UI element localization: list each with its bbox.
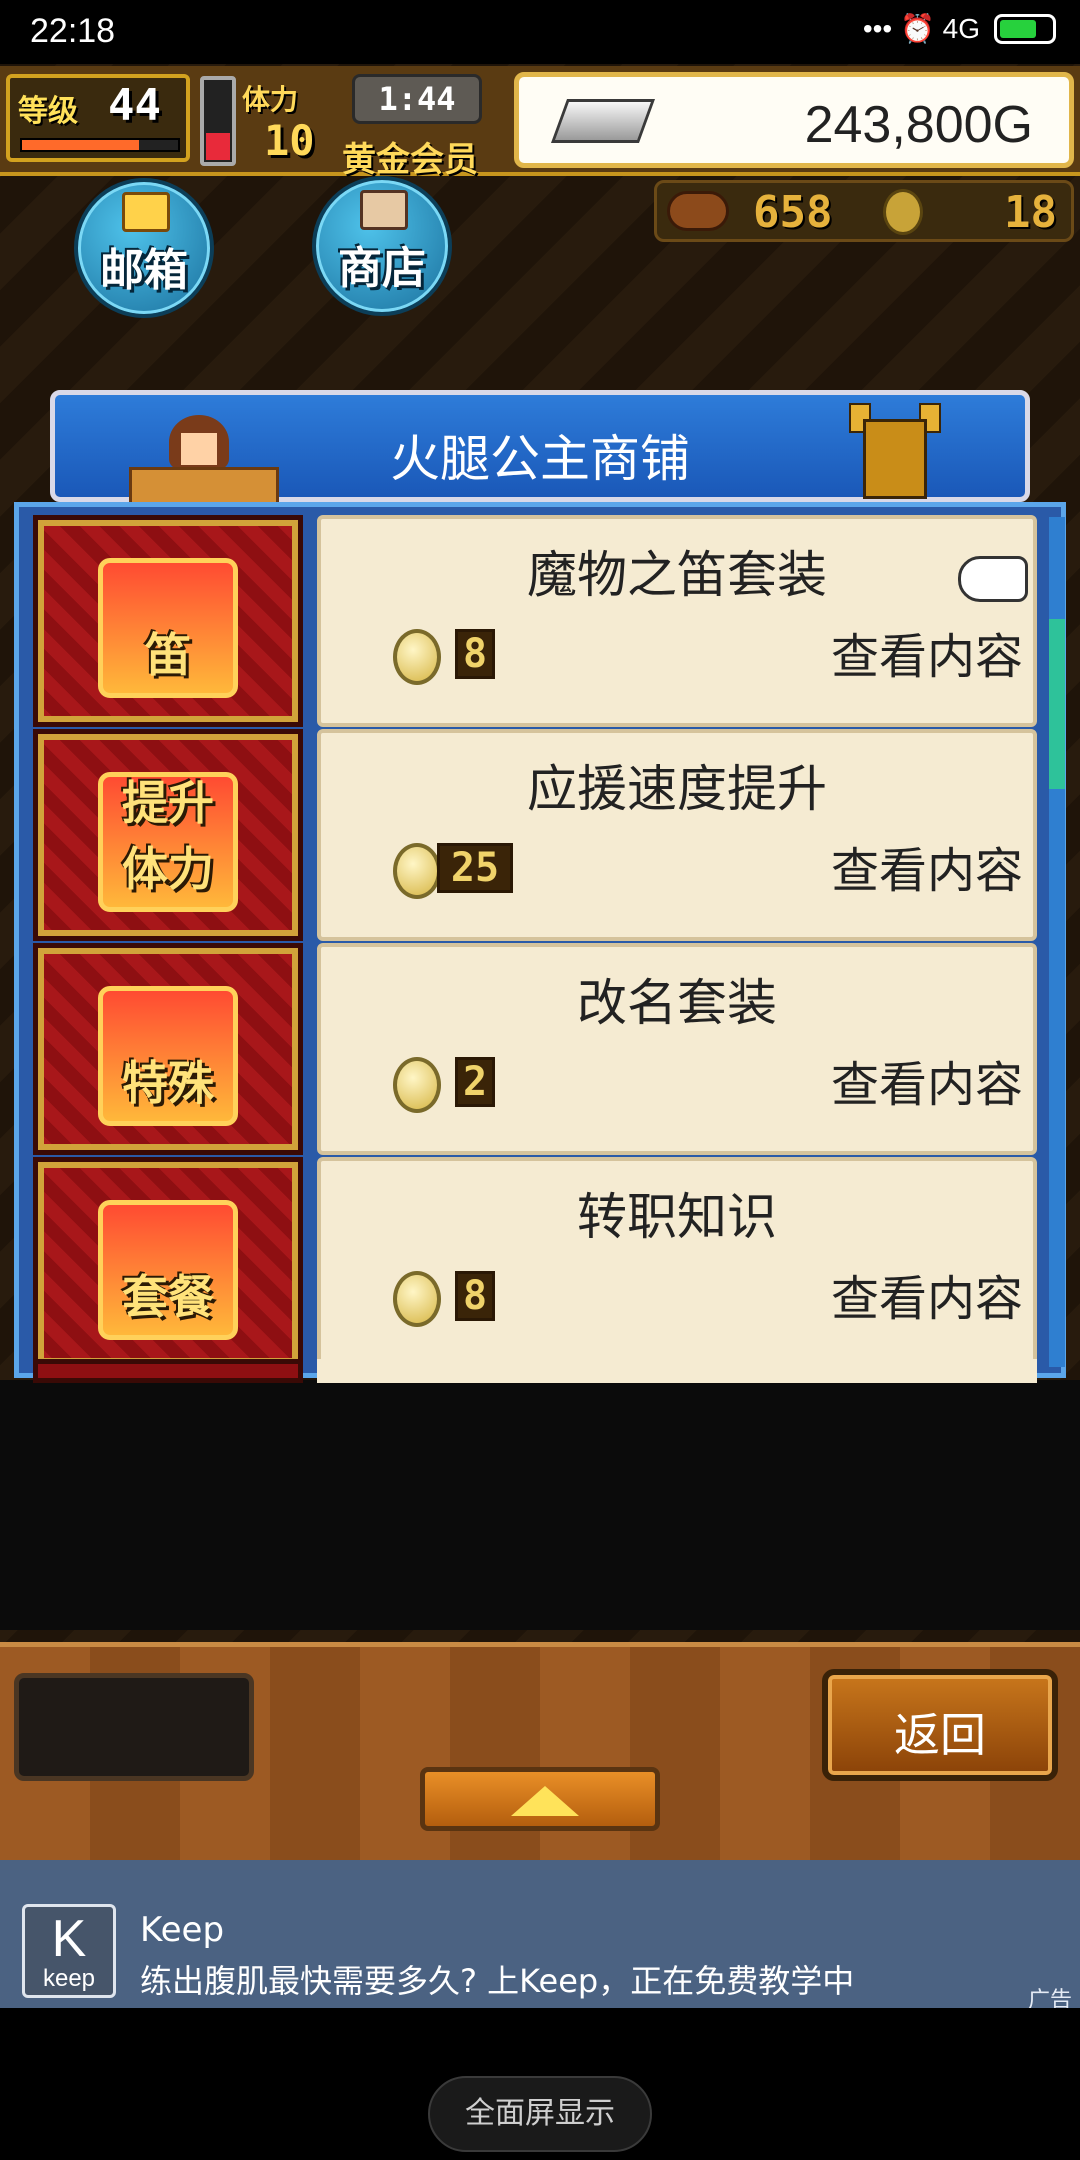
item-icon-word: 提升体力 [122,776,214,896]
item-name: 转职知识 [577,1188,777,1246]
item-card[interactable]: 魔物之笛套装 8 查看内容 [317,515,1037,727]
shopkeeper-icon [360,190,408,230]
coin-icon [393,1271,441,1327]
arrow-up-icon: 提升体力 [98,772,238,912]
stamina-value: 10 [264,116,315,165]
list-item-partial [33,1359,1037,1383]
item-price: 25 [437,843,513,893]
level-value: 44 [108,80,161,131]
logo-word: keep [42,1965,96,1992]
shop-header: 火腿公主商铺 [50,390,1030,507]
treasure-chest-icon: 特殊 [98,986,238,1126]
status-indicator-text: ••• ⏰ 4G [862,13,980,44]
view-contents-button[interactable]: 查看内容 [831,617,1023,687]
shop-label: 商店 [338,243,426,294]
mailbox-icon [122,192,170,232]
stamina-gauge-fill [206,132,230,160]
item-icon-tile: 笛 [33,515,303,727]
dark-area [0,1380,1080,1630]
level-progress-bar [20,138,180,152]
item-price: 2 [455,1057,495,1107]
bottom-toolbar: 返回 [0,1642,1080,1860]
scroll-up-button[interactable] [420,1767,660,1831]
item-icon-word: 套餐 [122,1270,214,1324]
coin-icon [883,189,923,235]
item-name: 改名套装 [577,974,777,1032]
fullscreen-button[interactable]: 全面屏显示 [428,2076,652,2152]
item-icon-tile: 提升体力 [33,729,303,941]
keep-logo-icon: K keep [22,1904,116,1998]
shop-item-row[interactable]: 特殊 改名套装 2 查看内容 [33,943,1037,1155]
view-contents-button[interactable]: 查看内容 [831,1259,1023,1329]
item-icon-tile: 套餐 [33,1157,303,1369]
status-time: 22:18 [30,12,116,50]
ad-description: 练出腹肌最快需要多久? 上Keep，正在免费教学中 [140,1962,855,2000]
coin-icon [393,629,441,685]
shop-item-row[interactable]: 笛 魔物之笛套装 8 查看内容 [33,515,1037,727]
gold-bar-icon [550,99,656,143]
status-bar: 22:18 ••• ⏰ 4G [0,0,1080,64]
stamina-panel: 体力 10 [242,72,352,168]
resource-row: 658 18 [654,180,1074,242]
level-panel: 等级 44 [6,74,190,162]
item-name: 魔物之笛套装 [527,546,827,604]
meat-icon [667,191,729,231]
item-card[interactable]: 改名套装 2 查看内容 [317,943,1037,1155]
coin-icon [393,1057,441,1113]
ad-banner[interactable]: K keep Keep 练出腹肌最快需要多久? 上Keep，正在免费教学中 广告 [0,1860,1080,2013]
item-icon-word: 特殊 [122,1056,214,1110]
stamina-label: 体力 [242,83,299,116]
coin-icon [393,843,441,899]
flute-icon: 笛 [98,558,238,698]
level-progress-fill [22,140,139,150]
empty-slot [14,1673,254,1781]
battery-icon [994,13,1056,44]
item-icon-word: 笛 [145,628,191,682]
ad-title: Keep [140,1910,225,1950]
view-contents-button[interactable]: 查看内容 [831,1045,1023,1115]
gold-panel[interactable]: 243,800G [514,72,1074,168]
mailbox-button[interactable]: 邮箱 [74,178,214,318]
coin-count: 18 [1004,187,1057,238]
mailbox-label: 邮箱 [100,245,188,296]
item-price: 8 [455,1271,495,1321]
member-status: 黄金会员 [342,140,478,180]
view-contents-button[interactable]: 查看内容 [831,831,1023,901]
logo-letter: K [51,1910,87,1968]
gold-amount: 243,800G [804,96,1033,154]
back-button[interactable]: 返回 [822,1669,1058,1781]
item-price: 8 [455,629,495,679]
up-arrow-icon [511,1786,579,1816]
shop-button[interactable]: 商店 [312,176,452,316]
status-indicators: ••• ⏰ 4G [863,12,1056,45]
level-label: 等级 [18,94,78,129]
meat-count: 658 [753,187,833,238]
lightbulb-icon: 套餐 [98,1200,238,1340]
back-button-label: 返回 [894,1708,986,1762]
stamina-gauge [200,76,236,166]
item-card[interactable]: 应援速度提升 25 查看内容 [317,729,1037,941]
shop-item-row[interactable]: 提升体力 应援速度提升 25 查看内容 [33,729,1037,941]
shop-item-list[interactable]: 笛 魔物之笛套装 8 查看内容 提升体力 应援速度提升 25 查看内容 特殊 改… [14,502,1066,1383]
item-name: 应援速度提升 [527,760,827,818]
top-hud: 等级 44 体力 10 1:44 黄金会员 243,800G [0,66,1080,180]
pointing-hand-icon [958,556,1028,602]
shop-item-row[interactable]: 套餐 转职知识 8 查看内容 [33,1157,1037,1369]
golden-knight-icon [835,399,955,503]
scrollbar-thumb[interactable] [1049,619,1065,789]
stamina-timer: 1:44 [352,74,482,124]
list-scrollbar[interactable] [1049,517,1065,1367]
item-icon-tile: 特殊 [33,943,303,1155]
item-card[interactable]: 转职知识 8 查看内容 [317,1157,1037,1369]
